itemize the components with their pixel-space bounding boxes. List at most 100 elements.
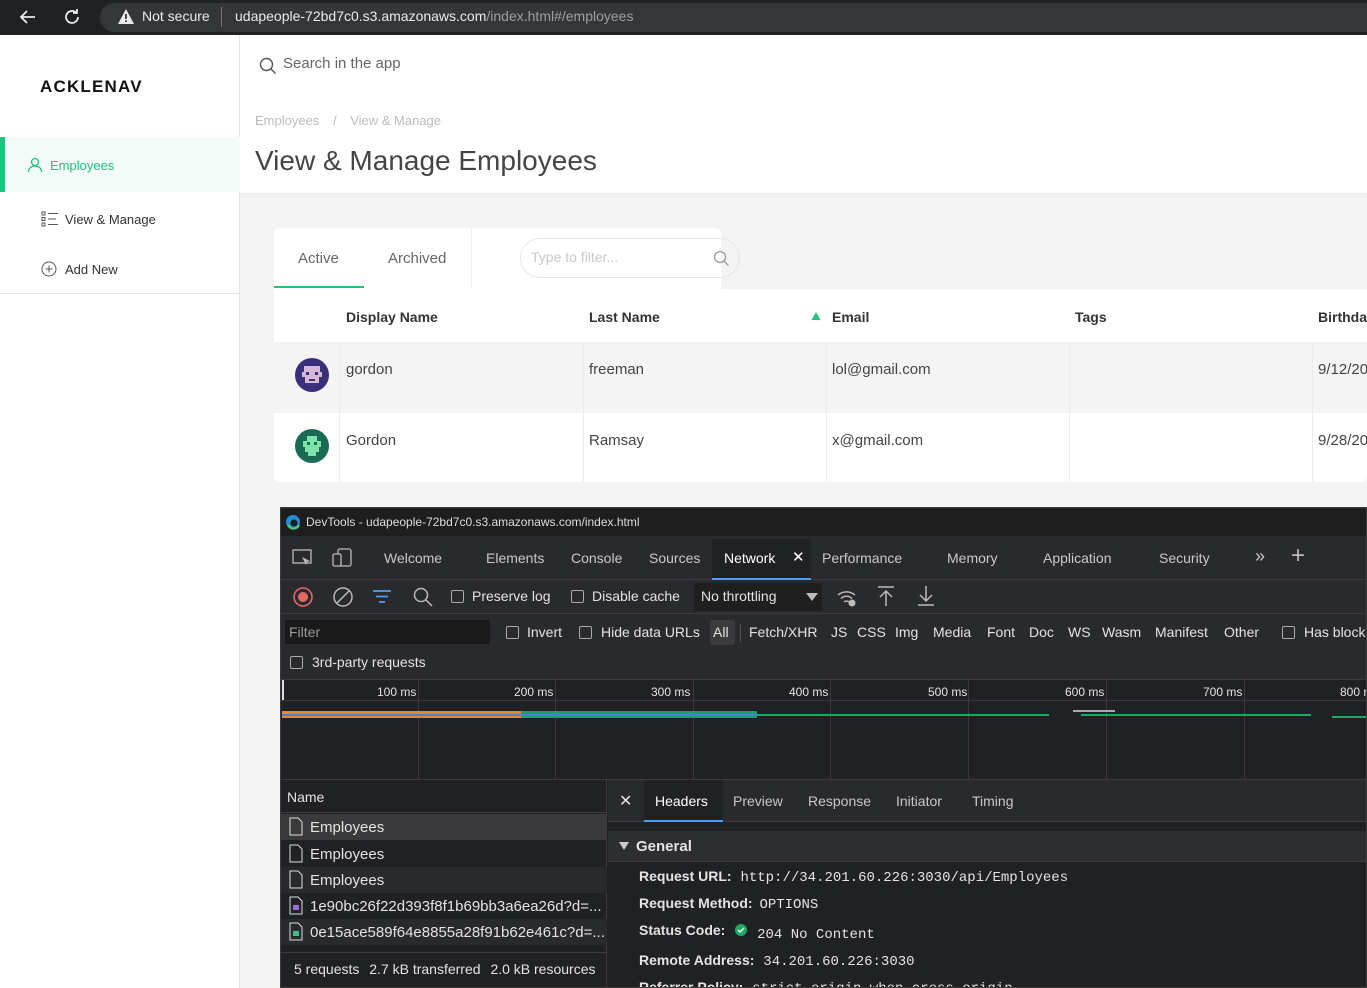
hide-data-urls-checkbox[interactable] xyxy=(579,626,592,639)
close-tab-icon[interactable]: ✕ xyxy=(792,548,805,566)
devtools-title: DevTools - udapeople-72bd7c0.s3.amazonaw… xyxy=(306,515,640,529)
third-party-checkbox[interactable] xyxy=(290,656,303,669)
breadcrumb-employees[interactable]: Employees xyxy=(255,113,319,128)
column-display-name[interactable]: Display Name xyxy=(346,309,438,325)
close-details-icon[interactable]: ✕ xyxy=(619,791,632,811)
breadcrumb-view-manage[interactable]: View & Manage xyxy=(350,113,441,128)
request-row[interactable]: 0e15ace589f64e8855a28f91b62e461c?d=... xyxy=(281,919,607,945)
sidebar-item-label: View & Manage xyxy=(65,212,156,227)
disable-cache-label: Disable cache xyxy=(592,588,680,604)
security-label[interactable]: Not secure xyxy=(142,8,210,24)
tab-security[interactable]: Security xyxy=(1159,550,1210,566)
add-tab-icon[interactable]: + xyxy=(1291,542,1305,570)
field-value[interactable]: strict-origin-when-cross-origin xyxy=(752,981,1012,987)
filter-type-all[interactable]: All xyxy=(710,620,735,645)
sidebar-item-employees[interactable]: Employees xyxy=(0,137,240,192)
more-tabs-icon[interactable]: » xyxy=(1255,546,1265,567)
logo[interactable]: ACKLENAV xyxy=(40,77,143,97)
inspect-icon[interactable] xyxy=(292,549,314,567)
back-arrow-icon[interactable] xyxy=(18,7,38,27)
sort-asc-icon[interactable] xyxy=(811,311,821,321)
request-row[interactable]: Employees xyxy=(281,841,607,867)
device-toolbar-icon[interactable] xyxy=(332,548,354,568)
field-value[interactable]: 204 No Content xyxy=(757,927,875,943)
preserve-log-checkbox[interactable] xyxy=(451,590,464,603)
record-stop-icon[interactable] xyxy=(292,586,314,608)
tab-sources[interactable]: Sources xyxy=(649,550,700,566)
request-row[interactable]: Employees xyxy=(281,814,607,840)
import-har-icon[interactable] xyxy=(877,585,895,607)
filter-type-wasm[interactable]: Wasm xyxy=(1102,624,1141,640)
url-text[interactable]: udapeople-72bd7c0.s3.amazonaws.com/index… xyxy=(235,8,633,24)
column-tags[interactable]: Tags xyxy=(1075,309,1107,325)
disable-cache-checkbox[interactable] xyxy=(571,590,584,603)
filter-type-font[interactable]: Font xyxy=(987,624,1015,640)
field-value[interactable]: http://34.201.60.226:3030/api/Employees xyxy=(740,870,1068,886)
column-birthday[interactable]: Birthda xyxy=(1318,309,1367,325)
field-value[interactable]: OPTIONS xyxy=(759,897,818,913)
tab-memory[interactable]: Memory xyxy=(947,550,998,566)
filter-type-img[interactable]: Img xyxy=(895,624,918,640)
filter-type-fetch-xhr[interactable]: Fetch/XHR xyxy=(749,624,817,640)
detail-tab-label: Headers xyxy=(655,793,708,809)
request-name: Employees xyxy=(310,846,385,863)
export-har-icon[interactable] xyxy=(917,585,935,607)
filter-icon[interactable] xyxy=(372,588,392,606)
table-filter-input[interactable]: Type to filter... xyxy=(520,238,740,278)
filter-type-other[interactable]: Other xyxy=(1224,624,1259,640)
table-row[interactable]: gordon freeman lol@gmail.com 9/12/20 xyxy=(274,342,1367,413)
filter-type-manifest[interactable]: Manifest xyxy=(1155,624,1208,640)
request-row[interactable]: 1e90bc26f22d393f8f1b69bb3a6ea26d?d=... xyxy=(281,893,607,919)
tab-console[interactable]: Console xyxy=(571,550,622,566)
tab-network[interactable]: Network ✕ xyxy=(712,539,811,580)
breadcrumb: Employees / View & Manage xyxy=(255,113,441,128)
network-timeline[interactable]: 100 ms 200 ms 300 ms 400 ms 500 ms 600 m… xyxy=(281,680,1366,780)
detail-tab-preview[interactable]: Preview xyxy=(733,793,783,809)
tab-active[interactable]: Active xyxy=(298,250,339,267)
image-file-icon xyxy=(289,896,303,915)
avatar[interactable] xyxy=(294,357,330,393)
search-icon[interactable] xyxy=(412,586,434,608)
detail-tab-headers[interactable]: Headers xyxy=(644,780,723,822)
search-icon xyxy=(713,250,729,266)
avatar[interactable] xyxy=(294,428,330,464)
filter-type-doc[interactable]: Doc xyxy=(1029,624,1054,640)
warning-icon[interactable] xyxy=(117,8,135,25)
network-filter-input[interactable]: Filter xyxy=(285,620,490,644)
reload-icon[interactable] xyxy=(62,7,82,27)
document-icon xyxy=(289,870,303,889)
search-input[interactable]: Search in the app xyxy=(283,55,401,72)
field-value[interactable]: 34.201.60.226:3030 xyxy=(763,954,914,970)
sidebar-item-label: Employees xyxy=(50,158,115,173)
invert-checkbox[interactable] xyxy=(506,626,519,639)
tab-performance[interactable]: Performance xyxy=(822,550,902,566)
tab-welcome[interactable]: Welcome xyxy=(384,550,442,566)
field-key: Request Method: xyxy=(639,895,753,911)
search-icon[interactable] xyxy=(259,57,277,75)
filter-type-media[interactable]: Media xyxy=(933,624,971,640)
column-email[interactable]: Email xyxy=(832,309,869,325)
filter-type-ws[interactable]: WS xyxy=(1068,624,1091,640)
sidebar-item-add-new[interactable]: Add New xyxy=(0,260,240,280)
summary-divider xyxy=(281,952,607,953)
clear-icon[interactable] xyxy=(332,586,354,608)
filter-type-js[interactable]: JS xyxy=(831,624,847,640)
sidebar-divider xyxy=(0,293,240,294)
request-row[interactable]: Employees xyxy=(281,867,607,893)
general-section-header[interactable]: General xyxy=(608,831,1366,862)
detail-tab-response[interactable]: Response xyxy=(808,793,871,809)
tab-application[interactable]: Application xyxy=(1043,550,1112,566)
has-blocked-checkbox[interactable] xyxy=(1282,626,1295,639)
filter-type-css[interactable]: CSS xyxy=(857,624,886,640)
throttling-select[interactable]: No throttling xyxy=(694,583,822,611)
detail-tab-initiator[interactable]: Initiator xyxy=(896,793,942,809)
column-last-name[interactable]: Last Name xyxy=(589,309,660,325)
timeline-tick-label: 100 ms xyxy=(377,685,417,699)
sidebar-item-view-manage[interactable]: View & Manage xyxy=(0,210,240,230)
column-name[interactable]: Name xyxy=(287,789,324,805)
table-row[interactable]: Gordon Ramsay x@gmail.com 9/28/20 xyxy=(274,413,1367,482)
detail-tab-timing[interactable]: Timing xyxy=(972,793,1014,809)
tab-archived[interactable]: Archived xyxy=(388,250,446,267)
tab-elements[interactable]: Elements xyxy=(486,550,544,566)
network-conditions-icon[interactable] xyxy=(836,586,858,608)
